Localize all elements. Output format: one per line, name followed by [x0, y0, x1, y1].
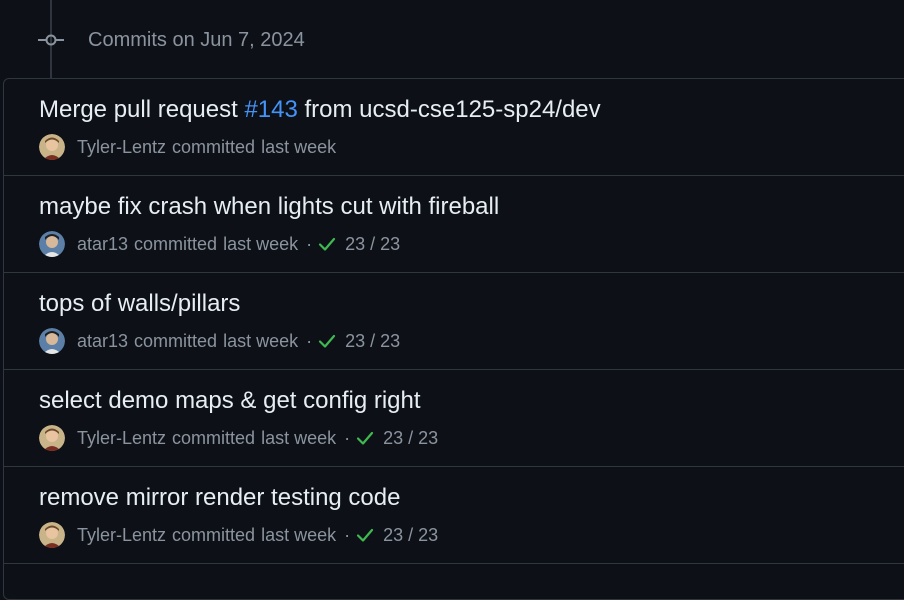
commit-author[interactable]: atar13 — [77, 234, 128, 255]
checks-status[interactable]: 23 / 23 — [345, 331, 400, 352]
commit-title[interactable]: Merge pull request #143 from ucsd-cse125… — [39, 95, 601, 125]
commit-title[interactable]: remove mirror render testing code — [39, 483, 400, 513]
commit-title-prefix: Merge pull request — [39, 96, 245, 123]
commit-row: tops of walls/pillars atar13 committed l… — [4, 273, 904, 370]
git-commit-icon — [38, 34, 64, 46]
meta-separator: · — [306, 330, 313, 351]
group-title: Commits on Jun 7, 2024 — [88, 29, 305, 51]
commit-author[interactable]: Tyler-Lentz — [77, 428, 166, 449]
commit-meta: atar13 committed last week · 23 / 23 — [39, 327, 400, 355]
commit-meta: Tyler-Lentz committed last week · 23 / 2… — [39, 424, 438, 452]
commit-title[interactable]: select demo maps & get config right — [39, 386, 421, 416]
commit-time[interactable]: last week — [223, 234, 298, 255]
commit-time[interactable]: last week — [261, 525, 336, 546]
commit-verb: committed — [172, 427, 256, 448]
meta-separator: · — [344, 427, 351, 448]
commit-verb: committed — [172, 524, 256, 545]
commit-meta: Tyler-Lentz committed last week — [39, 133, 336, 161]
commit-verb: committed — [172, 136, 256, 157]
commit-title-suffix: from ucsd-cse125-sp24/dev — [297, 96, 601, 123]
check-icon[interactable] — [317, 331, 337, 351]
avatar[interactable] — [39, 328, 65, 354]
pull-request-link[interactable]: #143 — [244, 96, 297, 123]
avatar[interactable] — [39, 522, 65, 548]
check-icon[interactable] — [317, 234, 337, 254]
checks-status[interactable]: 23 / 23 — [383, 428, 438, 449]
check-icon[interactable] — [355, 428, 375, 448]
meta-separator: · — [344, 524, 351, 545]
commit-row: maybe fix crash when lights cut with fir… — [4, 176, 904, 273]
check-icon[interactable] — [355, 525, 375, 545]
commit-author[interactable]: atar13 — [77, 331, 128, 352]
commit-verb: committed — [134, 330, 218, 351]
commit-row: remove mirror render testing code Tyler-… — [4, 467, 904, 564]
commit-meta: Tyler-Lentz committed last week · 23 / 2… — [39, 521, 438, 549]
meta-separator: · — [306, 233, 313, 254]
checks-status[interactable]: 23 / 23 — [345, 234, 400, 255]
commit-time[interactable]: last week — [261, 137, 336, 158]
commit-title[interactable]: maybe fix crash when lights cut with fir… — [39, 192, 499, 222]
commit-verb: committed — [134, 233, 218, 254]
commit-author[interactable]: Tyler-Lentz — [77, 137, 166, 158]
avatar[interactable] — [39, 231, 65, 257]
commit-time[interactable]: last week — [261, 428, 336, 449]
commit-time[interactable]: last week — [223, 331, 298, 352]
commit-row: Merge pull request #143 from ucsd-cse125… — [4, 79, 904, 176]
commit-author[interactable]: Tyler-Lentz — [77, 525, 166, 546]
commit-meta: atar13 committed last week · 23 / 23 — [39, 230, 400, 258]
commit-row: select demo maps & get config right Tyle… — [4, 370, 904, 467]
avatar[interactable] — [39, 134, 65, 160]
commit-list: Merge pull request #143 from ucsd-cse125… — [3, 78, 904, 600]
commit-group-header: Commits on Jun 7, 2024 — [0, 22, 904, 58]
checks-status[interactable]: 23 / 23 — [383, 525, 438, 546]
avatar[interactable] — [39, 425, 65, 451]
commit-title[interactable]: tops of walls/pillars — [39, 289, 240, 319]
